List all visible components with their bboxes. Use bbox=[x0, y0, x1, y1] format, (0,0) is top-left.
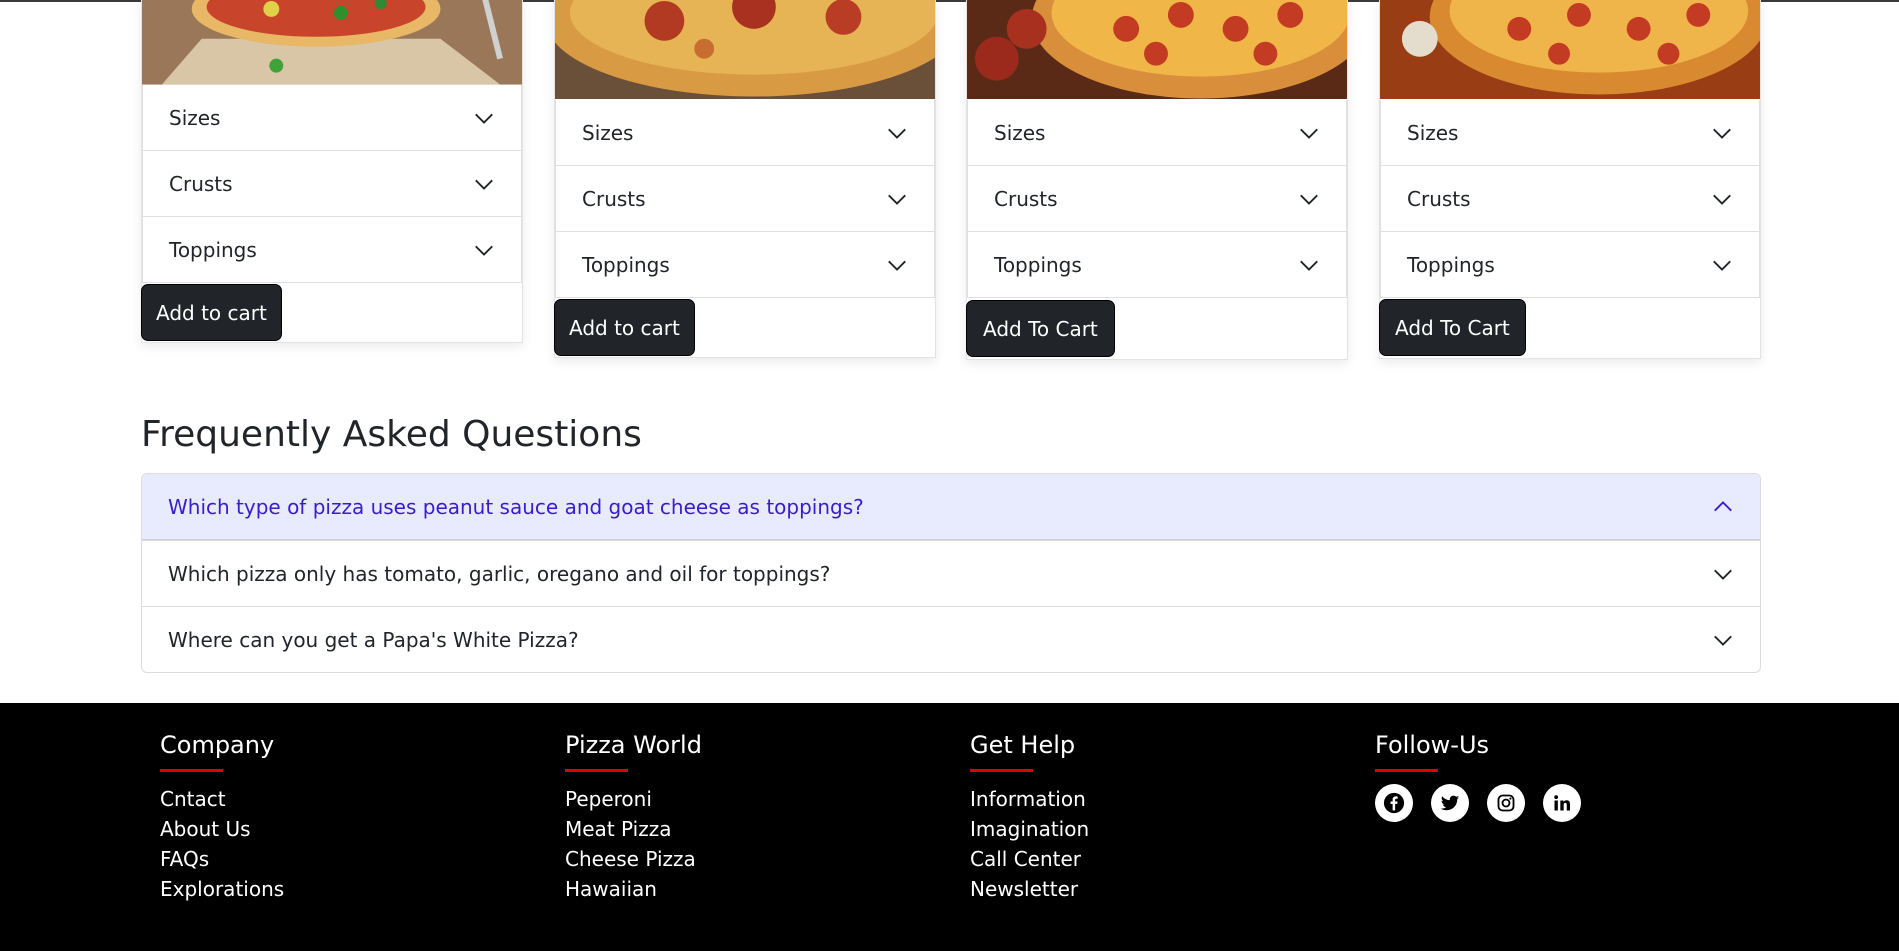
chevron-down-icon bbox=[1713, 260, 1731, 271]
footer-link[interactable]: Information bbox=[970, 784, 1089, 814]
chevron-down-icon bbox=[1300, 194, 1318, 205]
faq-title: Frequently Asked Questions bbox=[141, 414, 642, 455]
faq-question: Which type of pizza uses peanut sauce an… bbox=[168, 495, 864, 519]
footer-heading: Company bbox=[160, 731, 275, 759]
add-to-cart-button[interactable]: Add To Cart bbox=[966, 300, 1115, 357]
accordion-label: Toppings bbox=[994, 252, 1082, 277]
footer-link[interactable]: Explorations bbox=[160, 874, 284, 904]
accordion-sizes[interactable]: Sizes bbox=[967, 100, 1347, 166]
footer-heading: Follow-Us bbox=[1375, 731, 1490, 759]
chevron-down-icon bbox=[1300, 128, 1318, 139]
footer-link[interactable]: Hawaiian bbox=[565, 874, 702, 904]
add-to-cart-button[interactable]: Add to cart bbox=[554, 299, 695, 356]
chevron-down-icon bbox=[888, 128, 906, 139]
accordion-label: Crusts bbox=[582, 186, 646, 211]
accordion-sizes[interactable]: Sizes bbox=[1380, 100, 1760, 166]
footer-column-follow-us: Follow-Us bbox=[1375, 731, 1581, 822]
footer-link[interactable]: FAQs bbox=[160, 844, 284, 874]
chevron-down-icon bbox=[1713, 128, 1731, 139]
accordion-label: Sizes bbox=[582, 120, 634, 145]
accordion-label: Crusts bbox=[994, 186, 1058, 211]
footer-link[interactable]: Call Center bbox=[970, 844, 1089, 874]
social-links bbox=[1375, 784, 1581, 822]
footer: Company Cntact About Us FAQs Exploration… bbox=[0, 703, 1899, 951]
accordion-crusts[interactable]: Crusts bbox=[142, 151, 522, 217]
footer-heading: Get Help bbox=[970, 731, 1076, 759]
twitter-icon[interactable] bbox=[1431, 784, 1469, 822]
faq-question: Which pizza only has tomato, garlic, ore… bbox=[168, 561, 831, 586]
faq-item[interactable]: Where can you get a Papa's White Pizza? bbox=[142, 606, 1760, 672]
chevron-down-icon bbox=[1714, 569, 1732, 580]
accordion-label: Toppings bbox=[1407, 252, 1495, 277]
accordion-sizes[interactable]: Sizes bbox=[555, 100, 935, 166]
accordion-crusts[interactable]: Crusts bbox=[555, 166, 935, 232]
chevron-up-icon bbox=[1714, 501, 1732, 512]
footer-link[interactable]: Newsletter bbox=[970, 874, 1089, 904]
accordion-label: Crusts bbox=[169, 171, 233, 196]
chevron-down-icon bbox=[475, 179, 493, 190]
accordion-crusts[interactable]: Crusts bbox=[967, 166, 1347, 232]
footer-link[interactable]: Cheese Pizza bbox=[565, 844, 702, 874]
add-to-cart-button[interactable]: Add To Cart bbox=[1379, 299, 1526, 356]
accordion-toppings[interactable]: Toppings bbox=[142, 217, 522, 283]
footer-link[interactable]: Peperoni bbox=[565, 784, 702, 814]
accordion-label: Sizes bbox=[169, 105, 221, 130]
chevron-down-icon bbox=[1300, 260, 1318, 271]
footer-link[interactable]: About Us bbox=[160, 814, 284, 844]
chevron-down-icon bbox=[888, 260, 906, 271]
footer-column-company: Company Cntact About Us FAQs Exploration… bbox=[160, 731, 284, 904]
accordion-toppings[interactable]: Toppings bbox=[555, 232, 935, 298]
accordion-label: Sizes bbox=[994, 120, 1046, 145]
chevron-down-icon bbox=[888, 194, 906, 205]
faq-item-active[interactable]: Which type of pizza uses peanut sauce an… bbox=[142, 474, 1760, 540]
faq-question: Where can you get a Papa's White Pizza? bbox=[168, 627, 579, 652]
accordion-crusts[interactable]: Crusts bbox=[1380, 166, 1760, 232]
chevron-down-icon bbox=[1713, 194, 1731, 205]
footer-column-pizza-world: Pizza World Peperoni Meat Pizza Cheese P… bbox=[565, 731, 702, 904]
footer-heading: Pizza World bbox=[565, 731, 702, 759]
pizza-image bbox=[555, 0, 935, 100]
footer-column-get-help: Get Help Information Imagination Call Ce… bbox=[970, 731, 1089, 904]
footer-link[interactable]: Imagination bbox=[970, 814, 1089, 844]
heading-underline bbox=[970, 769, 1033, 772]
heading-underline bbox=[1375, 769, 1438, 772]
linkedin-icon[interactable] bbox=[1543, 784, 1581, 822]
facebook-icon[interactable] bbox=[1375, 784, 1413, 822]
heading-underline bbox=[160, 769, 223, 772]
pizza-image bbox=[1380, 0, 1760, 100]
accordion-label: Sizes bbox=[1407, 120, 1459, 145]
footer-link[interactable]: Cntact bbox=[160, 784, 284, 814]
accordion-label: Crusts bbox=[1407, 186, 1471, 211]
pizza-image bbox=[967, 0, 1347, 100]
add-to-cart-button[interactable]: Add to cart bbox=[141, 284, 282, 341]
chevron-down-icon bbox=[475, 245, 493, 256]
instagram-icon[interactable] bbox=[1487, 784, 1525, 822]
accordion-toppings[interactable]: Toppings bbox=[1380, 232, 1760, 298]
chevron-down-icon bbox=[475, 113, 493, 124]
footer-link[interactable]: Meat Pizza bbox=[565, 814, 702, 844]
accordion-toppings[interactable]: Toppings bbox=[967, 232, 1347, 298]
heading-underline bbox=[565, 769, 628, 772]
faq-accordion: Which type of pizza uses peanut sauce an… bbox=[141, 473, 1761, 673]
accordion-label: Toppings bbox=[169, 237, 257, 262]
pizza-image bbox=[142, 0, 522, 85]
faq-item[interactable]: Which pizza only has tomato, garlic, ore… bbox=[142, 540, 1760, 606]
accordion-label: Toppings bbox=[582, 252, 670, 277]
accordion-sizes[interactable]: Sizes bbox=[142, 85, 522, 151]
chevron-down-icon bbox=[1714, 635, 1732, 646]
